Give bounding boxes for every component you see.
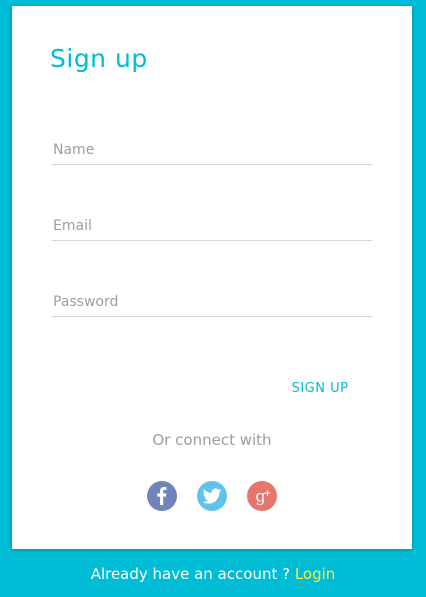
login-link[interactable]: Login	[295, 565, 335, 583]
signup-button[interactable]: SIGN UP	[282, 374, 358, 402]
email-field	[52, 212, 372, 241]
twitter-button[interactable]	[197, 481, 227, 511]
login-prompt: Already have an account ? Login	[0, 565, 426, 583]
svg-text:+: +	[264, 489, 272, 499]
signup-card: Sign up SIGN UP Or connect with g +	[12, 6, 412, 549]
google-plus-icon: g +	[255, 487, 272, 506]
password-input[interactable]	[52, 288, 372, 316]
facebook-button[interactable]	[147, 481, 177, 511]
login-prompt-text: Already have an account ?	[90, 565, 295, 583]
name-field	[52, 136, 372, 165]
twitter-icon	[202, 488, 222, 504]
facebook-icon	[157, 487, 167, 505]
email-input[interactable]	[52, 212, 372, 240]
name-input[interactable]	[52, 136, 372, 164]
password-field	[52, 288, 372, 317]
google-plus-button[interactable]: g +	[247, 481, 277, 511]
page-title: Sign up	[50, 44, 148, 73]
connect-label: Or connect with	[152, 431, 272, 449]
